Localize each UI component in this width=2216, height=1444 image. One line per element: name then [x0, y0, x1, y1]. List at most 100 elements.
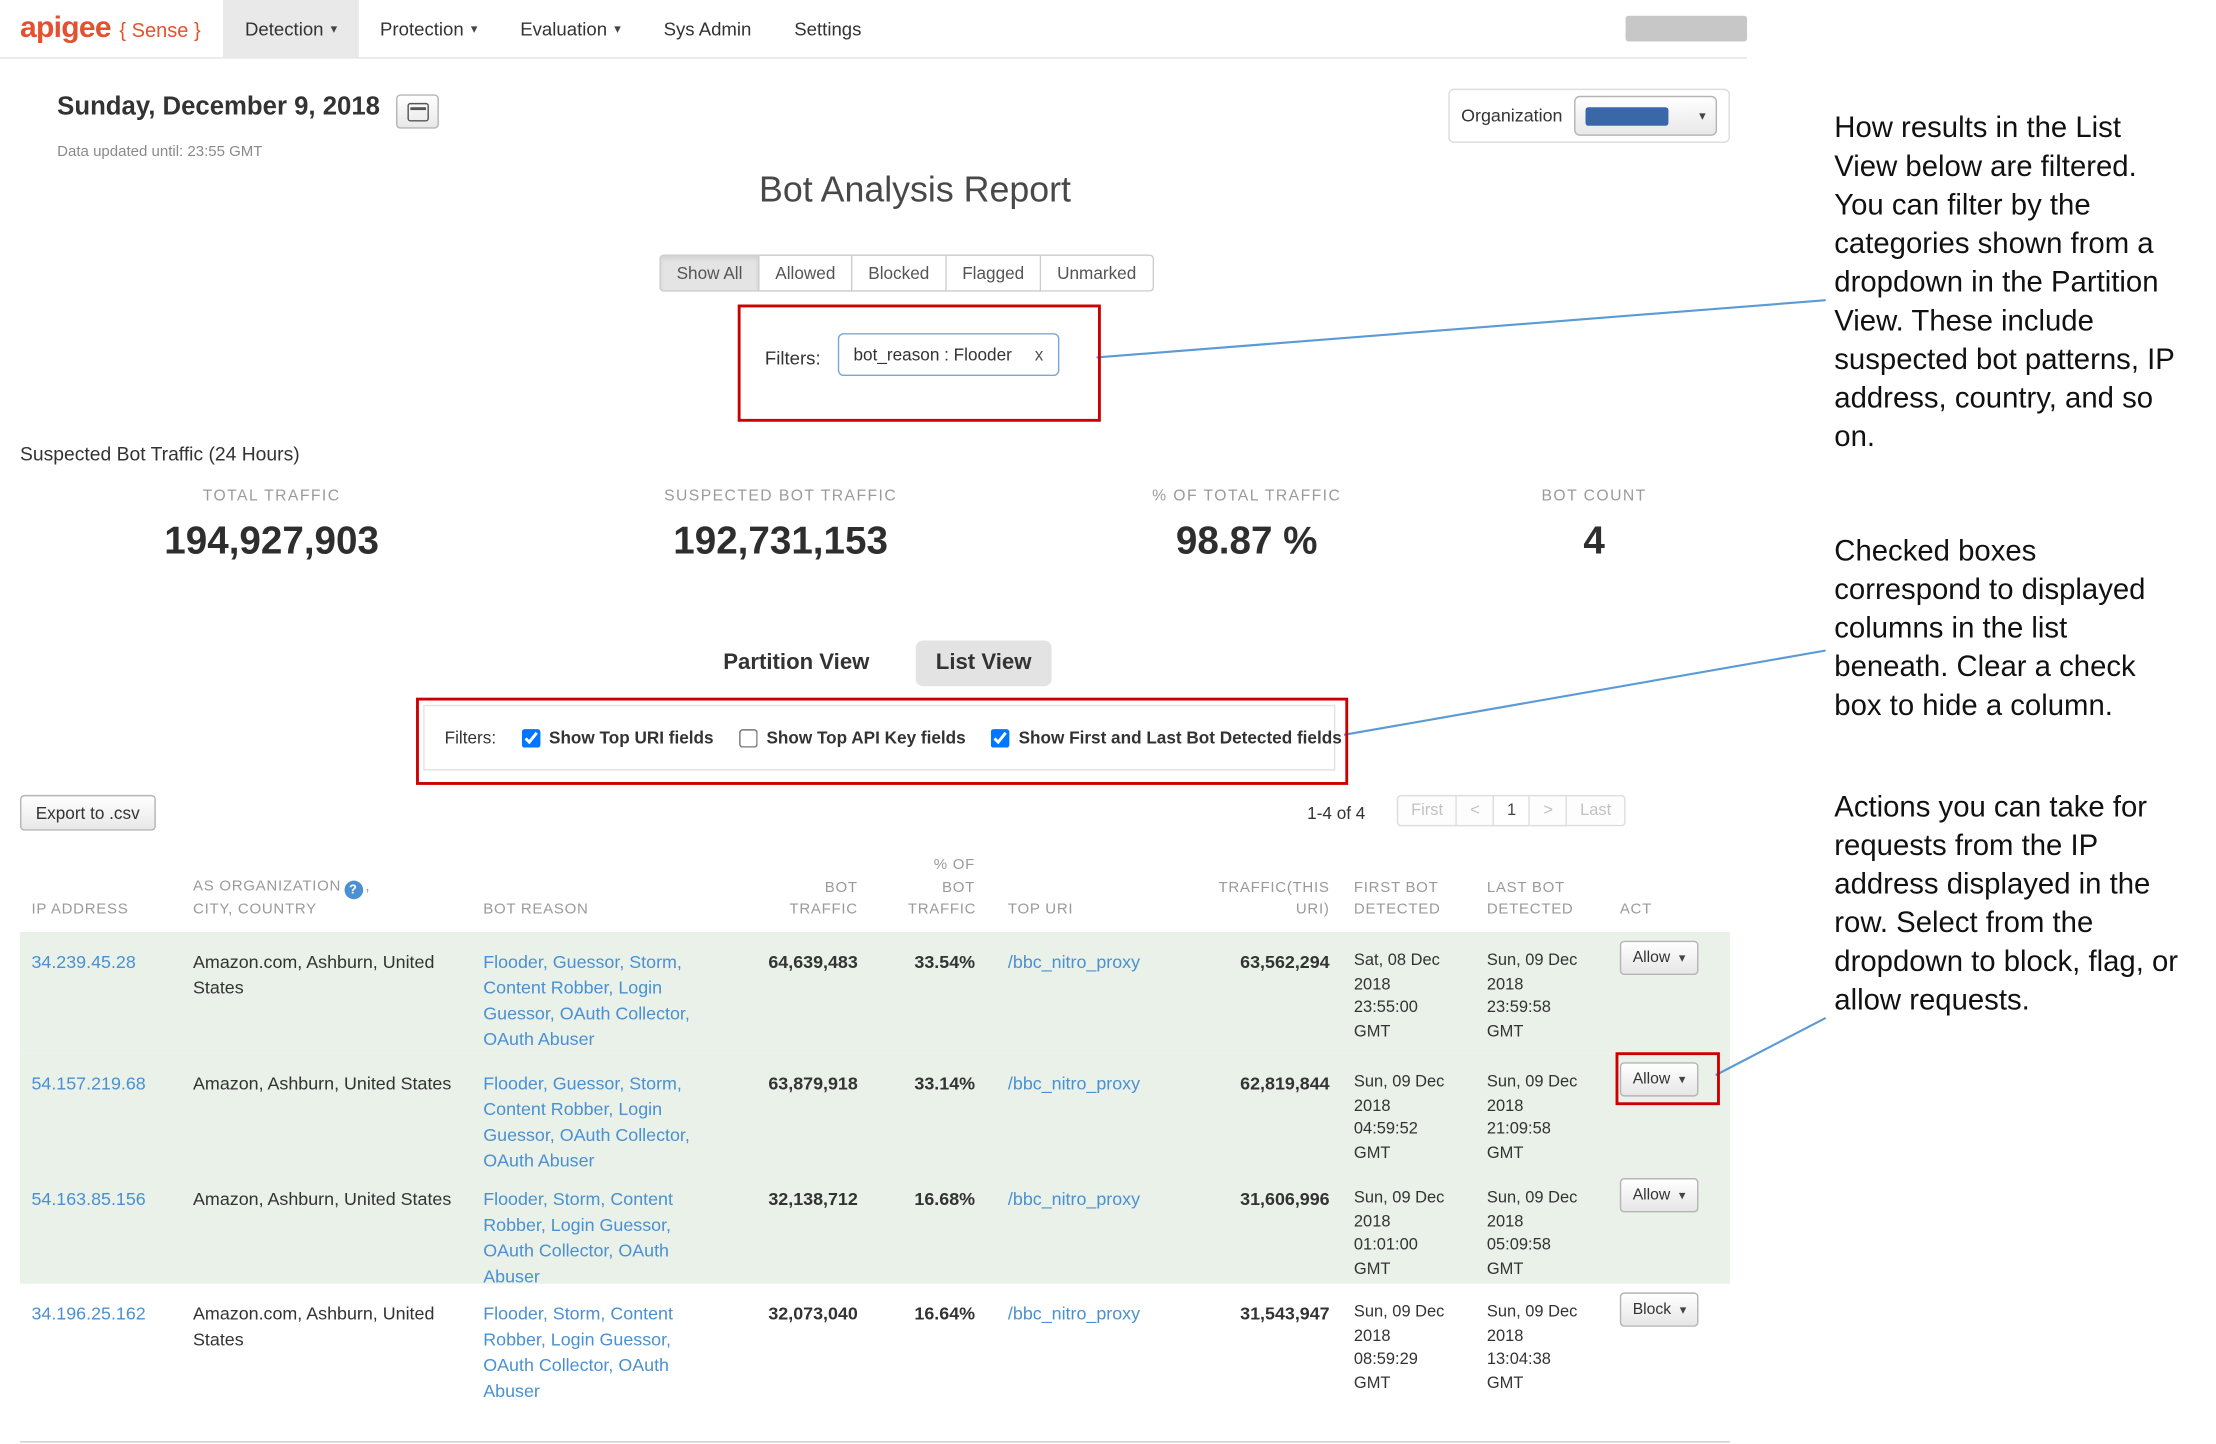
checkbox-show-top-api-key[interactable]: Show Top API Key fields — [739, 728, 965, 748]
last-bot-detected-cell: Sun, 09 Dec 2018 05:09:58 GMT — [1487, 1187, 1601, 1282]
checkbox-input[interactable] — [522, 728, 541, 747]
traffic-this-uri-cell: 63,562,294 — [1187, 949, 1330, 975]
column-header-as-organization: AS ORGANIZATION?, CITY, COUNTRY — [193, 876, 472, 921]
pct-bot-traffic-cell: 16.64% — [908, 1301, 975, 1327]
action-label: Allow — [1633, 1071, 1671, 1088]
export-csv-button[interactable]: Export to .csv — [20, 795, 155, 831]
ip-link[interactable]: 34.239.45.28 — [31, 949, 174, 975]
user-account-redacted — [1626, 16, 1748, 42]
first-bot-detected-cell: Sun, 09 Dec 2018 04:59:52 GMT — [1354, 1071, 1471, 1166]
tab-blocked[interactable]: Blocked — [853, 254, 947, 291]
checkbox-input[interactable] — [739, 728, 758, 747]
data-updated-note: Data updated until: 23:55 GMT — [57, 143, 262, 160]
bot-reason-links[interactable]: Flooder, Guessor, Storm, Content Robber,… — [483, 1071, 709, 1175]
first-bot-detected-cell: Sat, 08 Dec 2018 23:55:00 GMT — [1354, 949, 1471, 1044]
tab-show-all[interactable]: Show All — [659, 254, 759, 291]
column-header-act: ACT — [1620, 899, 1720, 921]
traffic-this-uri-cell: 31,543,947 — [1187, 1301, 1330, 1327]
checkbox-label: Show First and Last Bot Detected fields — [1019, 728, 1342, 748]
action-dropdown-button[interactable]: Allow ▾ — [1620, 1062, 1698, 1096]
bot-reason-links[interactable]: Flooder, Storm, Content Robber, Login Gu… — [483, 1187, 709, 1291]
nav-protection[interactable]: Protection ▾ — [359, 0, 499, 57]
apigee-sense-app: apigee { Sense } Detection ▾ Protection … — [0, 0, 1747, 1444]
organization-value-redacted — [1585, 107, 1668, 126]
ip-link[interactable]: 54.163.85.156 — [31, 1187, 174, 1213]
action-dropdown-button[interactable]: Allow ▾ — [1620, 1178, 1698, 1212]
tab-flagged[interactable]: Flagged — [946, 254, 1041, 291]
checkbox-show-first-last-bot[interactable]: Show First and Last Bot Detected fields — [991, 728, 1341, 748]
pagination-next-button[interactable]: > — [1530, 795, 1567, 826]
checkbox-show-top-uri[interactable]: Show Top URI fields — [522, 728, 714, 748]
chevron-down-icon: ▾ — [471, 21, 477, 37]
annotation-checkbox-note: Checked boxes correspond to displayed co… — [1834, 532, 2184, 725]
table-row: 54.157.219.68 Amazon, Ashburn, United St… — [20, 1054, 1730, 1170]
act-cell: Block ▾ — [1620, 1292, 1720, 1326]
date-picker-button[interactable] — [396, 94, 439, 128]
top-uri-link[interactable]: /bbc_nitro_proxy — [1008, 1187, 1172, 1213]
nav-protection-label: Protection — [380, 18, 464, 39]
organization-dropdown[interactable]: ▾ — [1574, 96, 1717, 136]
stat-value: 192,731,153 — [552, 519, 1009, 563]
pagination-last-button[interactable]: Last — [1567, 795, 1625, 826]
nav-settings[interactable]: Settings — [773, 0, 883, 57]
annotation-filter-note: How results in the List View below are f… — [1834, 109, 2184, 456]
first-bot-detected-cell: Sun, 09 Dec 2018 08:59:29 GMT — [1354, 1301, 1471, 1396]
action-dropdown-button[interactable]: Block ▾ — [1620, 1292, 1699, 1326]
nav-settings-label: Settings — [794, 18, 861, 39]
filter-tag-text: bot_reason : Flooder — [854, 345, 1012, 365]
top-nav: apigee { Sense } Detection ▾ Protection … — [0, 0, 1747, 59]
last-bot-detected-cell: Sun, 09 Dec 2018 13:04:38 GMT — [1487, 1301, 1601, 1396]
checkbox-input[interactable] — [991, 728, 1010, 747]
report-date: Sunday, December 9, 2018 — [57, 91, 380, 121]
pagination-page-1[interactable]: 1 — [1494, 795, 1530, 826]
page-title: Bot Analysis Report — [759, 170, 1071, 211]
nav-evaluation[interactable]: Evaluation ▾ — [499, 0, 642, 57]
nav-sys-admin[interactable]: Sys Admin — [642, 0, 773, 57]
help-icon[interactable]: ? — [344, 880, 363, 899]
stat-total-traffic: TOTAL TRAFFIC 194,927,903 — [43, 488, 500, 564]
nav-detection[interactable]: Detection ▾ — [224, 0, 359, 57]
bot-reason-links[interactable]: Flooder, Guessor, Storm, Content Robber,… — [483, 949, 709, 1053]
pagination-prev-button[interactable]: < — [1457, 795, 1494, 826]
apigee-sense-logo[interactable]: apigee { Sense } — [20, 11, 201, 45]
act-cell: Allow ▾ — [1620, 941, 1720, 975]
filter-tag-bot-reason[interactable]: bot_reason : Flooder x — [838, 333, 1059, 376]
table-row: 34.239.45.28 Amazon.com, Ashburn, United… — [20, 932, 1730, 1054]
bot-traffic-cell: 63,879,918 — [708, 1071, 858, 1097]
top-uri-link[interactable]: /bbc_nitro_proxy — [1008, 949, 1172, 975]
top-uri-link[interactable]: /bbc_nitro_proxy — [1008, 1301, 1172, 1327]
tab-list-view[interactable]: List View — [916, 640, 1052, 686]
as-organization-cell: Amazon.com, Ashburn, United States — [193, 949, 472, 1001]
page: apigee { Sense } Detection ▾ Protection … — [0, 0, 2216, 1433]
act-cell: Allow ▾ — [1620, 1062, 1720, 1096]
tab-partition-view[interactable]: Partition View — [723, 651, 869, 677]
pagination-controls: First < 1 > Last — [1397, 795, 1626, 826]
action-dropdown-button[interactable]: Allow ▾ — [1620, 941, 1698, 975]
column-filters-bar: Filters: Show Top URI fields Show Top AP… — [423, 705, 1335, 771]
close-icon[interactable]: x — [1035, 345, 1044, 365]
last-bot-detected-cell: Sun, 09 Dec 2018 21:09:58 GMT — [1487, 1071, 1601, 1166]
traffic-this-uri-cell: 31,606,996 — [1187, 1187, 1330, 1213]
last-bot-detected-cell: Sun, 09 Dec 2018 23:59:58 GMT — [1487, 949, 1601, 1044]
bot-reason-links[interactable]: Flooder, Storm, Content Robber, Login Gu… — [483, 1301, 709, 1405]
checkbox-label: Show Top URI fields — [549, 728, 714, 748]
column-header-bot-reason: BOT REASON — [483, 899, 705, 921]
stat-label: TOTAL TRAFFIC — [43, 488, 500, 505]
pagination-first-button[interactable]: First — [1397, 795, 1458, 826]
ip-link[interactable]: 34.196.25.162 — [31, 1301, 174, 1327]
table-header: IP ADDRESS AS ORGANIZATION?, CITY, COUNT… — [20, 841, 1730, 934]
nav-evaluation-label: Evaluation — [520, 18, 607, 39]
tab-allowed[interactable]: Allowed — [760, 254, 853, 291]
annotation-actions-note: Actions you can take for requests from t… — [1834, 788, 2184, 1020]
column-header-text: AS ORGANIZATION — [193, 878, 341, 895]
bot-traffic-cell: 64,639,483 — [708, 949, 858, 975]
as-organization-cell: Amazon, Ashburn, United States — [193, 1187, 472, 1213]
tab-unmarked[interactable]: Unmarked — [1041, 254, 1153, 291]
ip-link[interactable]: 54.157.219.68 — [31, 1071, 174, 1097]
top-uri-link[interactable]: /bbc_nitro_proxy — [1008, 1071, 1172, 1097]
pct-bot-traffic-cell: 33.54% — [908, 949, 975, 975]
filters-label: Filters: — [445, 728, 496, 748]
chevron-down-icon: ▾ — [614, 21, 620, 37]
column-header-top-uri: TOP URI — [1008, 899, 1172, 921]
bot-traffic-cell: 32,138,712 — [708, 1187, 858, 1213]
